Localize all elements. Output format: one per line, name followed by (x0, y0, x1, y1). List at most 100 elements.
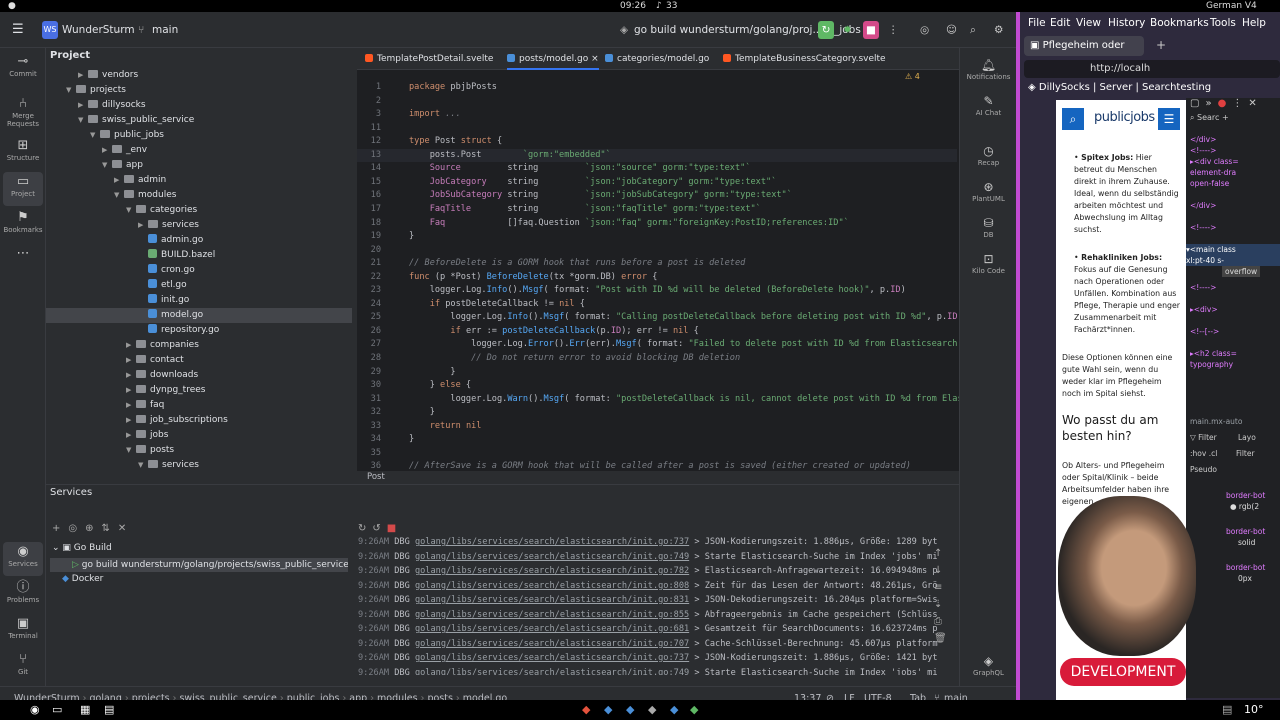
dom-node-selected[interactable]: xl:pt-40 s- (1186, 255, 1280, 266)
chevron-right-icon[interactable]: ▶ (78, 98, 88, 113)
code-line[interactable]: 23 logger.Log.Info().Msgf( format: "Post… (357, 284, 957, 298)
tree-item-downloads[interactable]: ▶ downloads (46, 368, 352, 383)
tree-item-projects[interactable]: ▼ projects (46, 83, 352, 98)
chevron-down-icon[interactable]: ▼ (114, 188, 124, 203)
chevron-right-icon[interactable]: ▶ (126, 353, 136, 368)
tree-item-admin[interactable]: ▶ admin (46, 173, 352, 188)
tree-item-modules[interactable]: ▼ modules (46, 188, 352, 203)
log-toolbar[interactable]: ↻↺■ (358, 523, 402, 534)
tool-problems[interactable]: ⓘ Problems (3, 578, 43, 612)
chevron-down-icon[interactable]: ▼ (102, 158, 112, 173)
code-area[interactable]: 1 package pbjbPosts 2 3 import ... 11 12 type P… (357, 81, 959, 471)
dom-node[interactable]: </div> (1190, 200, 1216, 211)
dom-node[interactable]: ▸<h2 class= (1190, 348, 1237, 359)
log-output[interactable]: 9:26AM DBG golang/libs/services/search/e… (358, 535, 938, 675)
chevron-right-icon[interactable]: ▶ (78, 68, 88, 83)
code-line[interactable]: 21 // BeforeDelete is a GORM hook that ru… (357, 257, 957, 271)
code-line[interactable]: 36 // AfterSave is a GORM hook that will … (357, 460, 957, 471)
tool-ai-chat[interactable]: ✎ AI Chat (960, 94, 1017, 117)
service-go-build[interactable]: ⌄ ▣ Go Build (52, 543, 112, 553)
log-line[interactable]: 9:26AM DBG golang/libs/services/search/e… (358, 564, 938, 579)
code-line[interactable]: 12 type Post struct { (357, 135, 957, 149)
log-line[interactable]: 9:26AM DBG golang/libs/services/search/e… (358, 622, 938, 637)
dom-node[interactable]: typography (1190, 359, 1233, 370)
chevron-down-icon[interactable]: ▼ (90, 128, 100, 143)
tree-item-posts[interactable]: ▼ posts (46, 443, 352, 458)
app-icon[interactable]: ◆ (690, 703, 698, 716)
services-title[interactable]: Services (50, 487, 92, 498)
menu-item-view[interactable]: View (1076, 17, 1101, 29)
chevron-right-icon[interactable]: ▶ (126, 398, 136, 413)
gear-icon[interactable]: ⚙ (994, 21, 1003, 39)
code-line[interactable]: 15 JobCategory string `json:"jobCategory… (357, 176, 957, 190)
tool-project[interactable]: ▭ Project (3, 172, 43, 206)
dom-node[interactable]: ▸<div> (1190, 304, 1218, 315)
log-source-link[interactable]: golang/libs/services/search/elasticsearc… (415, 595, 689, 605)
code-line[interactable]: 29 } (357, 366, 957, 380)
tool-db[interactable]: ⛁ DB (960, 216, 1017, 239)
stop-icon[interactable]: ■ (863, 21, 879, 39)
log-source-link[interactable]: golang/libs/services/search/elasticsearc… (415, 610, 689, 620)
code-line[interactable]: 1 package pbjbPosts (357, 81, 957, 95)
code-breadcrumb[interactable]: Post (357, 471, 959, 484)
chevron-down-icon[interactable]: ▼ (126, 203, 136, 218)
tree-item-jobs[interactable]: ▶ jobs (46, 428, 352, 443)
bookmark-dillysocks[interactable]: DillySocks | Server (1039, 82, 1132, 93)
chevron-right-icon[interactable]: ▶ (126, 368, 136, 383)
chevron-down-icon[interactable]: ▼ (66, 83, 76, 98)
tree-item-init-go[interactable]: init.go (46, 293, 352, 308)
menu-icon[interactable]: ☰ (1158, 108, 1180, 130)
hov-cls-toggle[interactable]: :hov .cl (1190, 448, 1217, 459)
code-line[interactable]: 32 } (357, 406, 957, 420)
code-line[interactable]: 24 if postDeleteCallback != nil { (357, 298, 957, 312)
project-switcher[interactable]: WunderSturm (62, 21, 135, 39)
tree-item-services[interactable]: ▶ services (46, 218, 352, 233)
window-icon[interactable]: ▭ (52, 703, 62, 716)
editor-tab[interactable]: categories/model.go (605, 48, 709, 70)
start-icon[interactable]: ◉ (30, 703, 40, 716)
tree-item-cron-go[interactable]: cron.go (46, 263, 352, 278)
tree-item-model-go[interactable]: model.go (46, 308, 352, 323)
service-run-item[interactable]: ▷ go build wundersturm/golang/projects/s… (50, 558, 348, 572)
log-source-link[interactable]: golang/libs/services/search/elasticsearc… (415, 653, 689, 663)
notification-icon[interactable]: ♪ (656, 0, 662, 12)
code-line[interactable]: 2 (357, 95, 957, 109)
tool-graphql[interactable]: ◈ GraphQL (960, 654, 1017, 677)
log-line[interactable]: 9:26AM DBG golang/libs/services/search/e… (358, 593, 938, 608)
menu-item-history[interactable]: History (1108, 17, 1145, 29)
grid-icon[interactable]: ▦ (80, 703, 90, 716)
tree-item-dillysocks[interactable]: ▶ dillysocks (46, 98, 352, 113)
warning-count[interactable]: ⚠ 4 (905, 72, 920, 81)
tree-item-public-jobs[interactable]: ▼ public_jobs (46, 128, 352, 143)
browser-tab[interactable]: ▣ Pflegeheim oder (1024, 36, 1144, 56)
more-tools-icon[interactable]: ⋯ (3, 244, 43, 278)
bookmark-searchtesting[interactable]: Searchtesting (1142, 82, 1211, 93)
service-docker[interactable]: ◆ Docker (62, 574, 103, 584)
keyboard-layout[interactable]: German V4 (1206, 0, 1257, 12)
app-icon[interactable]: ◆ (626, 703, 634, 716)
tool-notifications[interactable]: 🔔︎ Notifications (960, 58, 1017, 81)
dom-node[interactable]: <!----> (1190, 222, 1216, 233)
log-side-toolbar[interactable]: ↑ ↓ ≡ ⇣ ⎙ 🗑︎ (934, 545, 947, 647)
code-line[interactable]: 3 import ... (357, 108, 957, 122)
chevron-right-icon[interactable]: ▶ (126, 383, 136, 398)
editor-tab[interactable]: posts/model.go × (507, 48, 599, 70)
chevron-right-icon[interactable]: ▶ (126, 413, 136, 428)
tree-item-companies[interactable]: ▶ companies (46, 338, 352, 353)
log-line[interactable]: 9:26AM DBG golang/libs/services/search/e… (358, 666, 938, 676)
dom-node[interactable]: <!----> (1190, 145, 1216, 156)
code-line[interactable]: 35 (357, 447, 957, 461)
rerun-icon[interactable]: ↻ (818, 21, 834, 39)
apple-like-icon[interactable]: ● (8, 0, 16, 12)
log-line[interactable]: 9:26AM DBG golang/libs/services/search/e… (358, 651, 938, 666)
menu-item-bookmarks[interactable]: Bookmarks (1150, 17, 1209, 29)
code-line[interactable]: 19} (357, 230, 957, 244)
chevron-down-icon[interactable]: ▼ (126, 443, 136, 458)
menu-item-file[interactable]: File (1028, 17, 1046, 29)
copilot-icon[interactable]: ◎ (920, 21, 929, 39)
account-icon[interactable]: ☺ (946, 21, 957, 39)
tool-commit[interactable]: ⊸ Commit (3, 52, 43, 86)
services-toolbar[interactable]: +◎⊕⇅✕ (52, 523, 134, 534)
more-icon[interactable]: ⋮ (888, 21, 899, 39)
tree-item-build-bazel[interactable]: BUILD.bazel (46, 248, 352, 263)
